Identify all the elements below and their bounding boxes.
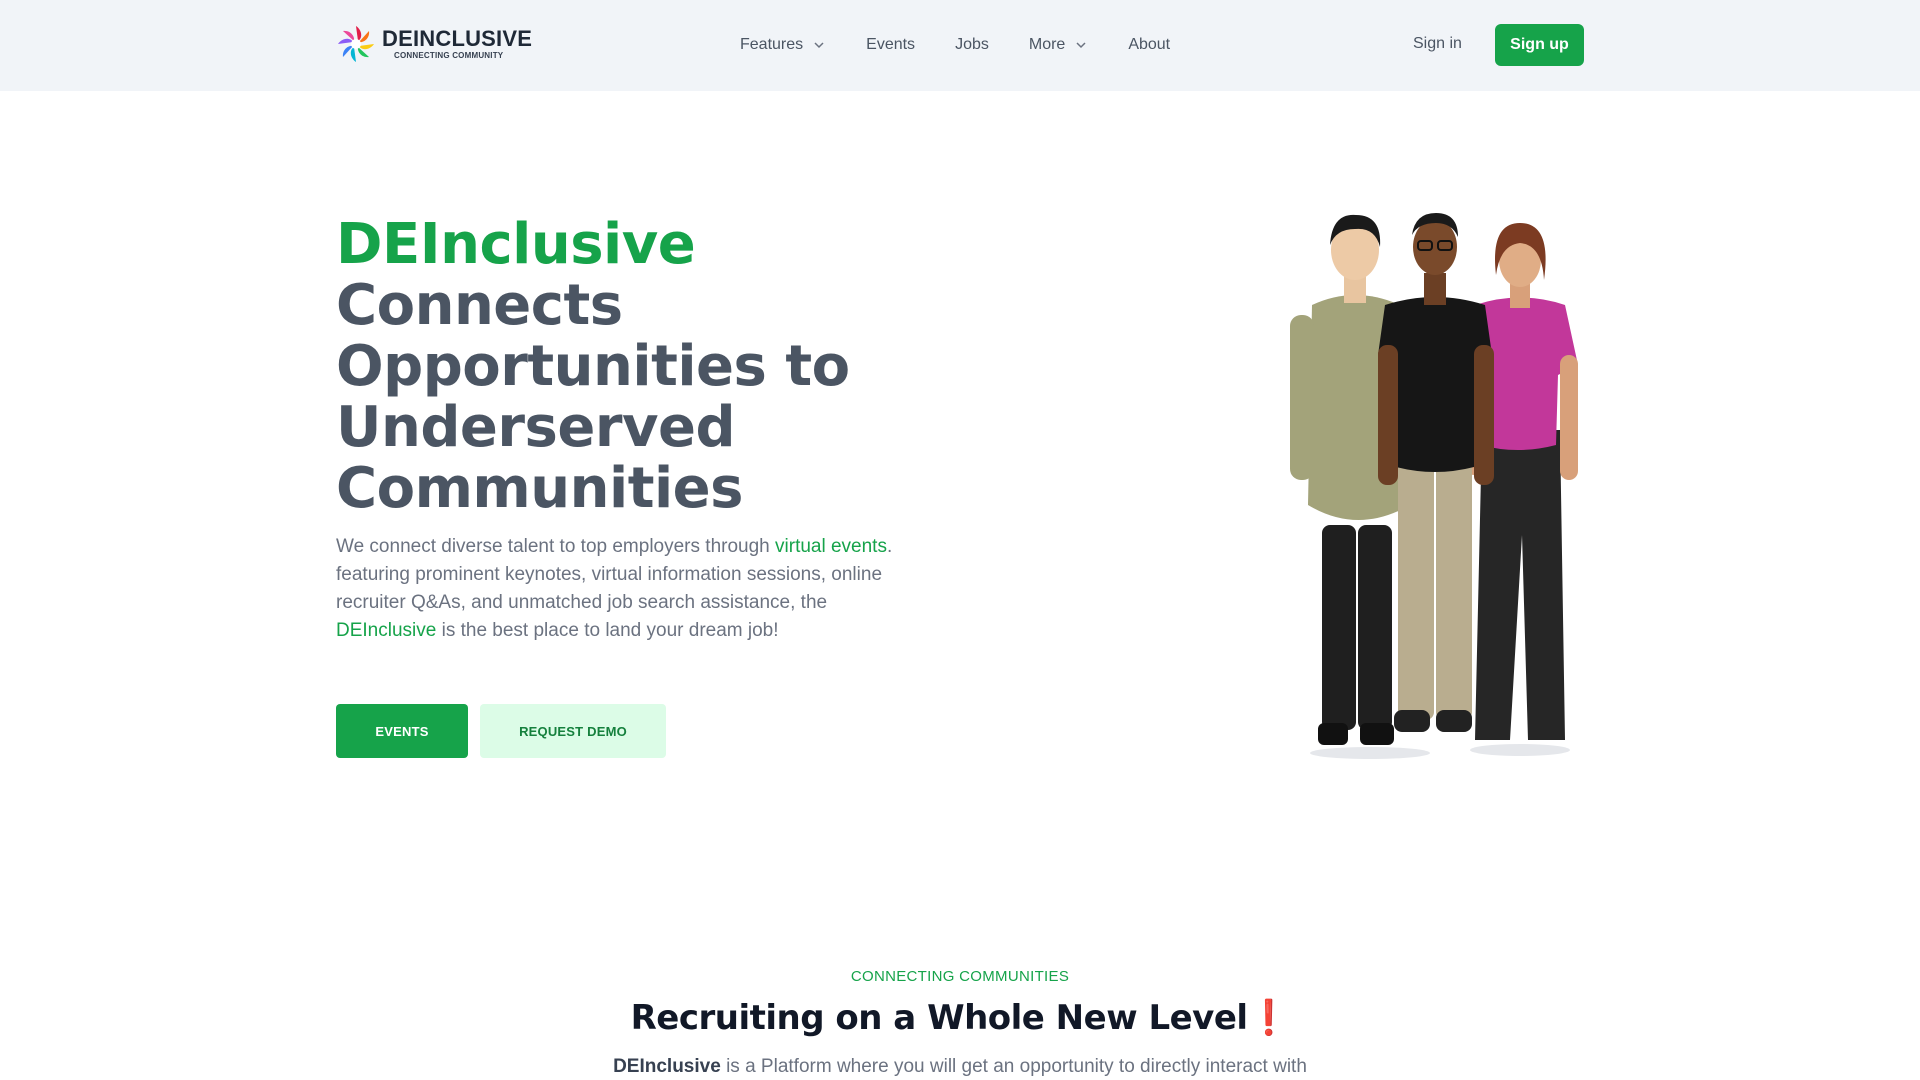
section-body: DEInclusive is a Platform where you will… <box>0 1056 1920 1078</box>
chevron-down-icon <box>1076 42 1086 49</box>
exclamation-icon: ❗ <box>1247 998 1290 1038</box>
request-demo-button[interactable]: REQUEST DEMO <box>480 704 666 758</box>
top-navbar: DEINCLUSIVE CONNECTING COMMUNITY Feature… <box>0 0 1920 91</box>
nav-jobs[interactable]: Jobs <box>955 34 989 56</box>
hero-people-illustration <box>1290 213 1578 759</box>
hero-desc-part-3: is the best place to land your dream job… <box>436 620 779 641</box>
hero-title-brand: DEInclusive <box>336 212 696 277</box>
site-logo[interactable]: DEINCLUSIVE CONNECTING COMMUNITY <box>336 24 532 64</box>
hero-title-rest: Connects Opportunities to Underserved Co… <box>336 273 850 521</box>
nav-events-label: Events <box>866 36 916 53</box>
nav-about[interactable]: About <box>1128 34 1170 56</box>
nav-features[interactable]: Features <box>740 34 826 56</box>
chevron-down-icon <box>814 42 824 49</box>
section-body-text: is a Platform where you will get an oppo… <box>720 1056 1307 1077</box>
section-title-text: Recruiting on a Whole New Level <box>630 998 1248 1038</box>
logo-flower-icon <box>338 26 374 62</box>
sign-in-link[interactable]: Sign in <box>1413 35 1462 53</box>
nav-features-label: Features <box>740 36 804 53</box>
section-body-brand: DEInclusive <box>613 1056 721 1077</box>
nav-about-label: About <box>1128 36 1171 53</box>
hero-title: DEInclusive Connects Opportunities to Un… <box>336 214 916 519</box>
virtual-events-link[interactable]: virtual events <box>775 536 887 557</box>
nav-more[interactable]: More <box>1029 34 1088 56</box>
sign-up-button[interactable]: Sign up <box>1495 24 1584 66</box>
deinclusive-link[interactable]: DEInclusive <box>336 620 436 641</box>
section-eyebrow: CONNECTING COMMUNITIES <box>850 968 1070 985</box>
hero-desc-part-1: We connect diverse talent to top employe… <box>336 536 776 557</box>
nav-events[interactable]: Events <box>866 34 915 56</box>
main-nav: Features Events Jobs More About <box>740 34 1210 56</box>
section-title: Recruiting on a Whole New Level❗ <box>0 998 1920 1038</box>
nav-more-label: More <box>1028 36 1066 53</box>
logo-name: DEINCLUSIVE <box>382 26 533 51</box>
logo-tagline: CONNECTING COMMUNITY <box>394 51 504 60</box>
person-middle <box>1378 213 1494 732</box>
events-button[interactable]: EVENTS <box>336 704 468 758</box>
hero-description: We connect diverse talent to top employe… <box>336 533 896 645</box>
nav-jobs-label: Jobs <box>955 36 989 53</box>
